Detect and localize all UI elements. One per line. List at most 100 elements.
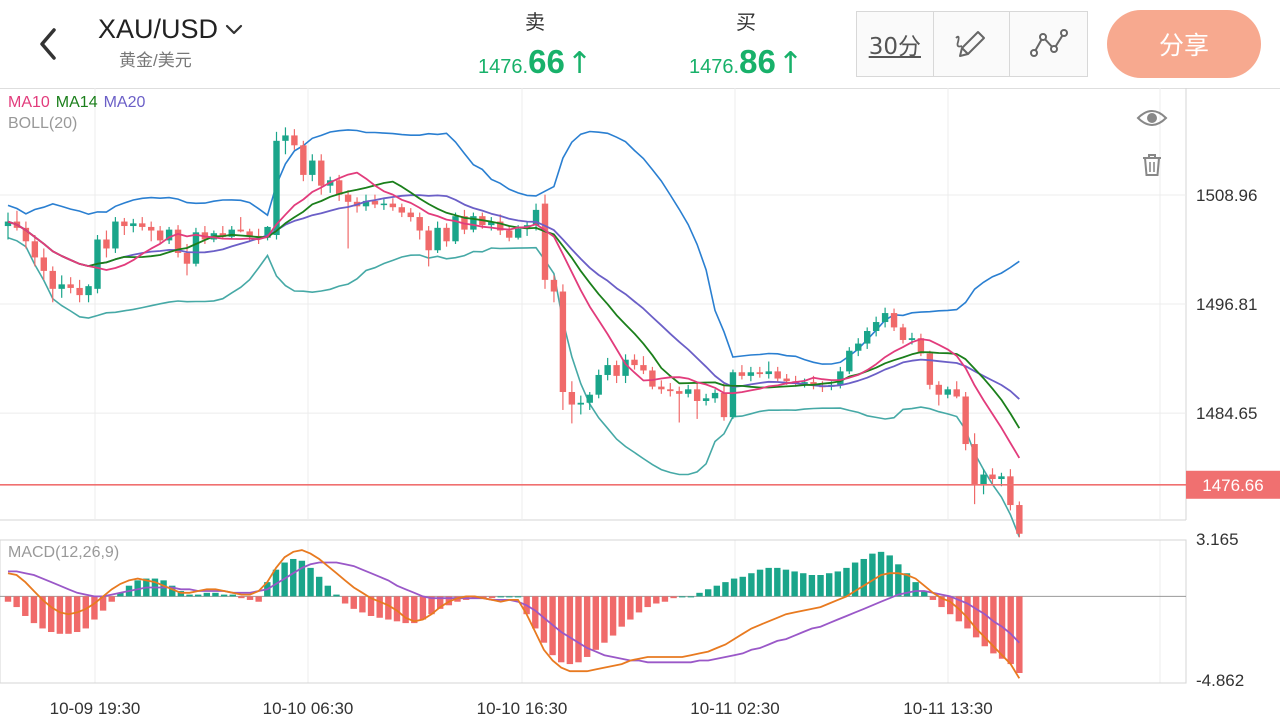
candle-body bbox=[139, 223, 146, 227]
macd-bar bbox=[514, 596, 522, 598]
macd-bar bbox=[886, 555, 893, 597]
price-chart[interactable]: 1476.66 1508.96 1496.81 1484.65 3.165 -4.862 1… bbox=[0, 88, 1280, 720]
candle-body bbox=[926, 353, 934, 385]
candle-body bbox=[40, 257, 47, 271]
ma14-line bbox=[7, 180, 1021, 429]
buy-quote[interactable]: 买 1476. 86 ↑ bbox=[676, 6, 816, 81]
time-tick-label: 10-09 19:30 bbox=[50, 699, 141, 718]
candle-body bbox=[846, 350, 853, 372]
back-button[interactable] bbox=[26, 22, 70, 66]
candle-body bbox=[667, 389, 674, 392]
macd-bar bbox=[661, 596, 669, 602]
macd-bar bbox=[220, 594, 228, 597]
draw-tool-button[interactable] bbox=[934, 12, 1011, 76]
candle-body bbox=[738, 372, 746, 376]
macd-bar bbox=[246, 596, 254, 600]
macd-bar bbox=[713, 585, 721, 597]
candle-body bbox=[998, 476, 1005, 480]
candle-body bbox=[774, 371, 781, 379]
macd-bar bbox=[506, 596, 513, 598]
macd-bar bbox=[869, 553, 876, 597]
candle-body bbox=[595, 374, 602, 395]
macd-dif-line bbox=[7, 549, 1021, 679]
candle-body bbox=[971, 444, 978, 486]
buy-price-main: 86 bbox=[739, 43, 776, 80]
macd-bar bbox=[73, 596, 81, 633]
candle-body bbox=[837, 371, 844, 385]
macd-bar bbox=[56, 596, 64, 634]
macd-bar bbox=[765, 567, 772, 597]
macd-bar bbox=[419, 596, 427, 620]
macd-bar bbox=[238, 596, 245, 599]
candle-body bbox=[640, 365, 647, 371]
sell-price-main: 66 bbox=[528, 43, 565, 80]
macd-bar bbox=[566, 596, 574, 665]
macd-bar bbox=[91, 596, 98, 620]
ma-legend: MA10 MA14 MA20 bbox=[8, 94, 151, 112]
candle-body bbox=[568, 392, 576, 405]
buy-price-prefix: 1476. bbox=[689, 56, 740, 78]
indicator-button[interactable] bbox=[1010, 12, 1087, 76]
macd-bar bbox=[229, 594, 236, 597]
eye-icon[interactable] bbox=[1136, 104, 1168, 132]
candle-body bbox=[944, 389, 951, 395]
candle-body bbox=[908, 338, 916, 340]
macd-bar bbox=[212, 592, 219, 597]
macd-bar bbox=[307, 567, 314, 597]
macd-bar bbox=[609, 596, 617, 636]
macd-bar bbox=[679, 596, 686, 598]
candle-body bbox=[389, 203, 397, 208]
buy-label: 买 bbox=[736, 10, 756, 34]
macd-bar bbox=[756, 569, 764, 597]
price-tick-label: 1496.81 bbox=[1196, 295, 1257, 314]
candle-body bbox=[1016, 505, 1023, 534]
time-tick-label: 10-10 16:30 bbox=[477, 699, 568, 718]
macd-bar bbox=[730, 578, 738, 597]
macd-bar bbox=[601, 596, 608, 643]
macd-bar bbox=[808, 575, 816, 597]
macd-legend: MACD(12,26,9) bbox=[8, 544, 120, 561]
macd-bar bbox=[497, 596, 504, 598]
macd-bar bbox=[964, 596, 971, 629]
candle-body bbox=[121, 221, 128, 227]
chevron-left-icon bbox=[40, 28, 56, 60]
candle-body bbox=[380, 203, 388, 206]
candle-body bbox=[300, 145, 307, 175]
macd-bar bbox=[670, 596, 677, 599]
macd-bar bbox=[333, 594, 340, 597]
up-arrow-icon: ↑ bbox=[566, 46, 592, 81]
share-button[interactable]: 分享 bbox=[1107, 10, 1261, 78]
time-tick-label: 10-10 06:30 bbox=[263, 699, 354, 718]
trash-icon[interactable] bbox=[1141, 153, 1163, 177]
sell-quote[interactable]: 卖 1476. 66 ↑ bbox=[465, 6, 605, 81]
macd-panel bbox=[4, 549, 1023, 679]
candle-body bbox=[237, 229, 244, 232]
candle-body bbox=[685, 389, 692, 394]
macd-bar bbox=[385, 596, 392, 620]
candle-body bbox=[676, 391, 683, 394]
macd-bar bbox=[782, 569, 790, 597]
sell-label: 卖 bbox=[525, 10, 545, 34]
macd-bar bbox=[22, 596, 29, 616]
candle-body bbox=[67, 284, 74, 288]
candle-body bbox=[76, 287, 83, 296]
candle-body bbox=[371, 200, 379, 205]
symbol-selector[interactable]: XAU/USD bbox=[98, 14, 244, 45]
candle-body bbox=[711, 392, 719, 399]
macd-bar bbox=[635, 596, 643, 613]
candle-body bbox=[613, 365, 620, 376]
candle-body bbox=[192, 232, 200, 264]
chart-toolbox: 30分 bbox=[856, 11, 1088, 77]
symbol-subtitle: 黄金/美元 bbox=[119, 51, 192, 70]
candle-body bbox=[899, 327, 907, 340]
macd-bar bbox=[722, 582, 729, 597]
candle-body bbox=[31, 241, 39, 258]
macd-bar bbox=[817, 575, 824, 597]
macd-bar bbox=[860, 558, 867, 597]
sell-price: 1476. 66 ↑ bbox=[465, 43, 605, 81]
period-selector-button[interactable]: 30分 bbox=[857, 12, 934, 76]
macd-bar bbox=[825, 573, 833, 597]
legend-ma10: MA10 bbox=[8, 94, 50, 111]
candle-body bbox=[693, 389, 701, 401]
candle-body bbox=[980, 474, 987, 486]
